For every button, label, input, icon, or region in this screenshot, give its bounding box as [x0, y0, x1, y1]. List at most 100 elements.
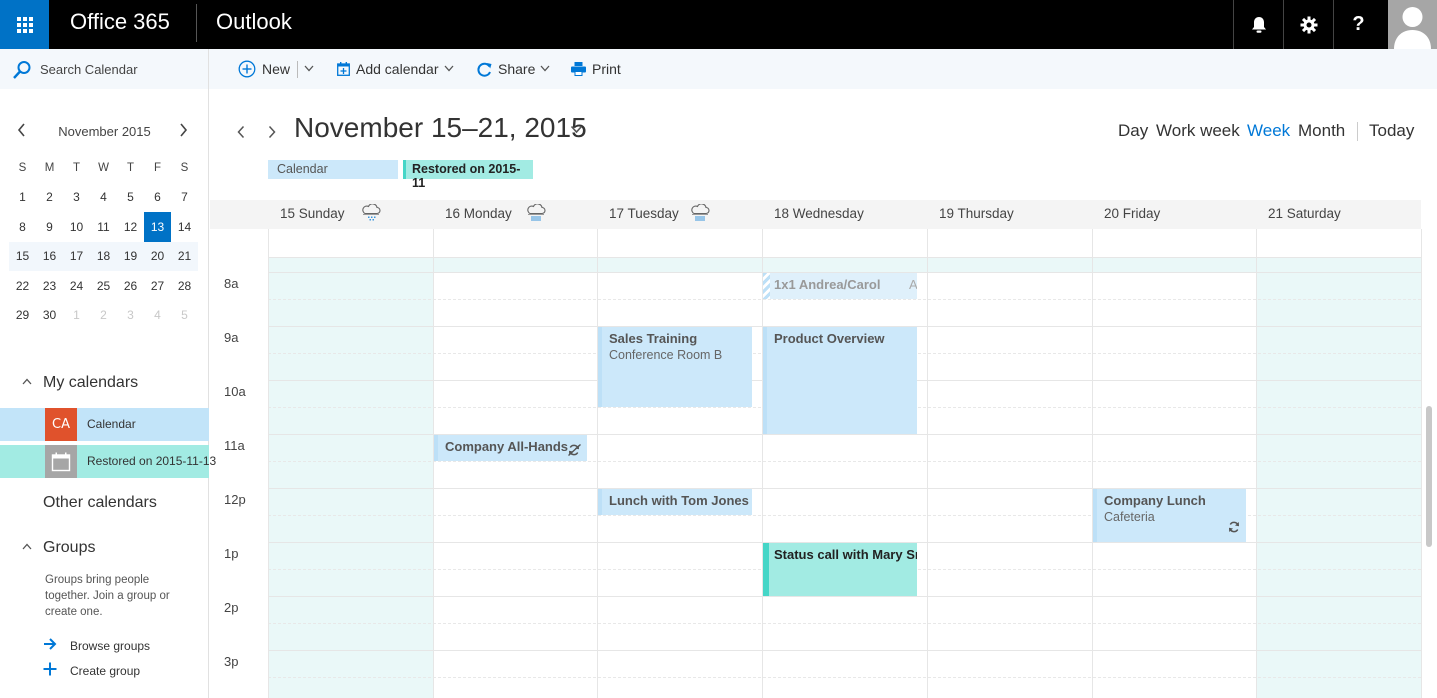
mini-calendar-day[interactable]: 28	[171, 271, 198, 301]
view-month[interactable]: Month	[1298, 121, 1345, 141]
mini-calendar-day[interactable]: 8	[9, 212, 36, 242]
light-rain-icon[interactable]	[361, 203, 381, 226]
mini-calendar-day[interactable]: 9	[36, 212, 63, 242]
vertical-scrollbar[interactable]	[1426, 406, 1432, 547]
date-range-dropdown-icon[interactable]	[570, 122, 583, 138]
mini-calendar-day[interactable]: 24	[63, 271, 90, 301]
mini-calendar-day[interactable]: 17	[63, 242, 90, 272]
calendar-event[interactable]: 1x1 Andrea/Carol Andrea	[763, 273, 917, 299]
legend-calendar[interactable]: Calendar	[268, 160, 398, 179]
other-calendars-label: Other calendars	[43, 494, 157, 511]
avatar[interactable]	[1388, 0, 1437, 49]
groups-header[interactable]: Groups	[0, 539, 209, 561]
add-calendar-button[interactable]: Add calendar	[337, 49, 454, 89]
date-range-title[interactable]: November 15–21, 2015	[294, 112, 587, 144]
create-group-link[interactable]: Create group	[43, 662, 140, 680]
rain-icon[interactable]	[526, 203, 546, 226]
mini-calendar-day[interactable]: 1	[63, 301, 90, 331]
day-header[interactable]: 17 Tuesday	[609, 206, 679, 221]
mini-calendar-day[interactable]: 13	[144, 212, 171, 242]
calendar-event[interactable]: Company All-Hands	[434, 435, 587, 461]
other-calendars-header[interactable]: Other calendars	[0, 494, 209, 516]
notifications-button[interactable]	[1233, 0, 1283, 49]
today-button[interactable]: Today	[1369, 121, 1414, 141]
mini-calendar-day[interactable]: 29	[9, 301, 36, 331]
calendar-list-item[interactable]: CA Calendar	[0, 408, 209, 441]
mini-calendar-day[interactable]: 5	[171, 301, 198, 331]
mini-calendar-day[interactable]: 5	[117, 183, 144, 213]
hour-line	[268, 650, 1421, 651]
help-button[interactable]: ?	[1333, 0, 1383, 49]
day-header[interactable]: 20 Friday	[1104, 206, 1160, 221]
groups-description: Groups bring people together. Join a gro…	[45, 574, 170, 618]
mini-calendar-day[interactable]: 2	[36, 183, 63, 213]
half-hour-line	[268, 623, 1421, 624]
mini-calendar-day[interactable]: 18	[90, 242, 117, 272]
legend-restored[interactable]: Restored on 2015-11	[403, 160, 533, 190]
browse-groups-link[interactable]: Browse groups	[43, 637, 150, 654]
recurrence-exception-icon	[568, 443, 581, 461]
app-name[interactable]: Outlook	[216, 9, 292, 35]
calendar-add-icon	[337, 62, 350, 76]
views-divider	[1357, 122, 1358, 141]
mini-calendar-day[interactable]: 16	[36, 242, 63, 272]
day-header[interactable]: 18 Wednesday	[774, 206, 864, 221]
day-header[interactable]: 16 Monday	[445, 206, 512, 221]
mini-calendar-day[interactable]: 22	[9, 271, 36, 301]
search-calendar-input[interactable]: Search Calendar	[0, 49, 209, 89]
my-calendars-header[interactable]: My calendars	[0, 374, 209, 396]
half-hour-line	[268, 461, 1421, 462]
mini-calendar-day[interactable]: 20	[144, 242, 171, 272]
mini-calendar-day[interactable]: 6	[144, 183, 171, 213]
calendar-event[interactable]: Company Lunch Cafeteria	[1093, 489, 1246, 542]
mini-calendar-day[interactable]: 30	[36, 301, 63, 331]
my-calendars-label: My calendars	[43, 374, 139, 391]
settings-button[interactable]	[1283, 0, 1333, 49]
mini-calendar-day[interactable]: 15	[9, 242, 36, 272]
mini-calendar-day[interactable]: 26	[117, 271, 144, 301]
next-week-button[interactable]	[267, 120, 277, 144]
new-button[interactable]: New	[238, 49, 290, 89]
view-day[interactable]: Day	[1118, 121, 1148, 141]
calendar-list-item[interactable]: Restored on 2015-11-13	[0, 445, 216, 478]
mini-calendar-day[interactable]: 25	[90, 271, 117, 301]
mini-calendar-day[interactable]: 23	[36, 271, 63, 301]
day-header[interactable]: 21 Saturday	[1268, 206, 1341, 221]
day-header[interactable]: 15 Sunday	[280, 206, 345, 221]
day-column-divider	[268, 229, 269, 698]
search-icon	[13, 61, 31, 79]
mini-calendar-month[interactable]: November 2015	[0, 124, 209, 139]
print-button[interactable]: Print	[571, 49, 621, 89]
mini-calendar-next-button[interactable]	[179, 122, 188, 141]
calendar-event[interactable]: Sales Training Conference Room B	[598, 327, 752, 407]
mini-calendar-day[interactable]: 4	[90, 183, 117, 213]
mini-calendar-day[interactable]: 3	[63, 183, 90, 213]
calendar-event[interactable]: Product Overview	[763, 327, 917, 434]
chevron-up-icon	[22, 374, 32, 388]
app-launcher-button[interactable]	[0, 0, 49, 49]
mini-calendar-day[interactable]: 12	[117, 212, 144, 242]
mini-calendar-day[interactable]: 14	[171, 212, 198, 242]
day-header[interactable]: 19 Thursday	[939, 206, 1014, 221]
calendar-event[interactable]: Status call with Mary Sr	[763, 543, 917, 596]
mini-calendar-day[interactable]: 27	[144, 271, 171, 301]
office-365-brand[interactable]: Office 365	[70, 9, 170, 35]
mini-calendar-day[interactable]: 1	[9, 183, 36, 213]
add-calendar-label: Add calendar	[356, 61, 439, 77]
mini-calendar-day[interactable]: 21	[171, 242, 198, 272]
mini-calendar-day[interactable]: 4	[144, 301, 171, 331]
search-placeholder: Search Calendar	[40, 62, 138, 77]
mini-calendar-day[interactable]: 7	[171, 183, 198, 213]
share-button[interactable]: Share	[477, 49, 550, 89]
mini-calendar-day[interactable]: 19	[117, 242, 144, 272]
calendar-event[interactable]: Lunch with Tom Jones	[598, 489, 752, 515]
mini-calendar-day[interactable]: 2	[90, 301, 117, 331]
mini-calendar-day[interactable]: 10	[63, 212, 90, 242]
view-work-week[interactable]: Work week	[1156, 121, 1240, 141]
previous-week-button[interactable]	[236, 120, 246, 144]
rain-icon[interactable]	[690, 203, 710, 226]
mini-calendar-day[interactable]: 11	[90, 212, 117, 242]
view-week[interactable]: Week	[1247, 121, 1290, 141]
mini-calendar-day[interactable]: 3	[117, 301, 144, 331]
new-dropdown-button[interactable]	[299, 49, 314, 89]
